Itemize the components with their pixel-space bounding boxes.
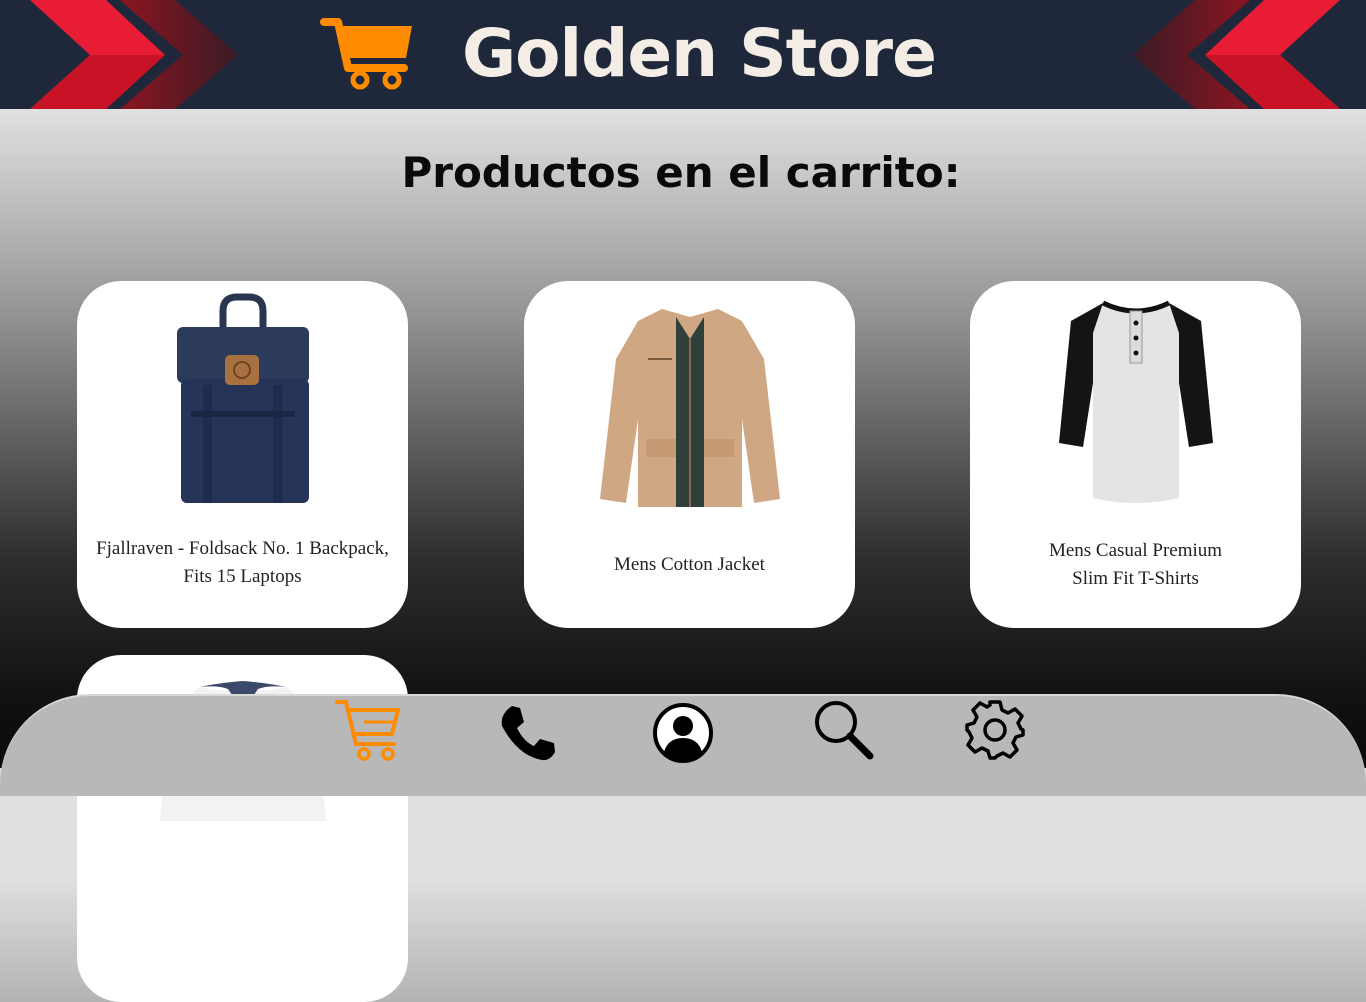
- phone-icon[interactable]: [498, 704, 556, 762]
- shopping-cart-icon: [320, 18, 412, 90]
- settings-gear-icon[interactable]: [964, 699, 1026, 761]
- search-icon[interactable]: [812, 698, 876, 762]
- header: Golden Store: [0, 0, 1366, 109]
- store-title: Golden Store: [462, 15, 937, 92]
- backpack-image: [176, 293, 309, 503]
- page-title-text: Productos en el carrito:: [401, 148, 961, 197]
- product-name-line2: Slim Fit T-Shirts: [1072, 568, 1199, 589]
- product-name-line2: Fits 15 Laptops: [183, 566, 302, 587]
- product-name: Mens Cotton Jacket: [614, 554, 765, 575]
- shopping-cart-icon[interactable]: [334, 698, 402, 762]
- page-title: Productos en el carrito:: [0, 148, 1366, 197]
- product-card[interactable]: Fjallraven - Foldsack No. 1 Backpack, Fi…: [77, 281, 408, 628]
- product-name: Fjallraven - Foldsack No. 1 Backpack,: [96, 538, 389, 559]
- product-card[interactable]: Mens Casual Premium Slim Fit T-Shirts: [970, 281, 1301, 628]
- chevron-decoration-right: [1132, 0, 1340, 109]
- product-card[interactable]: Mens Cotton Jacket: [524, 281, 855, 628]
- user-profile-icon[interactable]: [652, 702, 714, 764]
- chevron-decoration-left: [30, 0, 238, 109]
- jacket-image: [599, 309, 780, 507]
- product-name: Mens Casual Premium: [1048, 540, 1223, 561]
- tshirt-image: [1058, 300, 1213, 503]
